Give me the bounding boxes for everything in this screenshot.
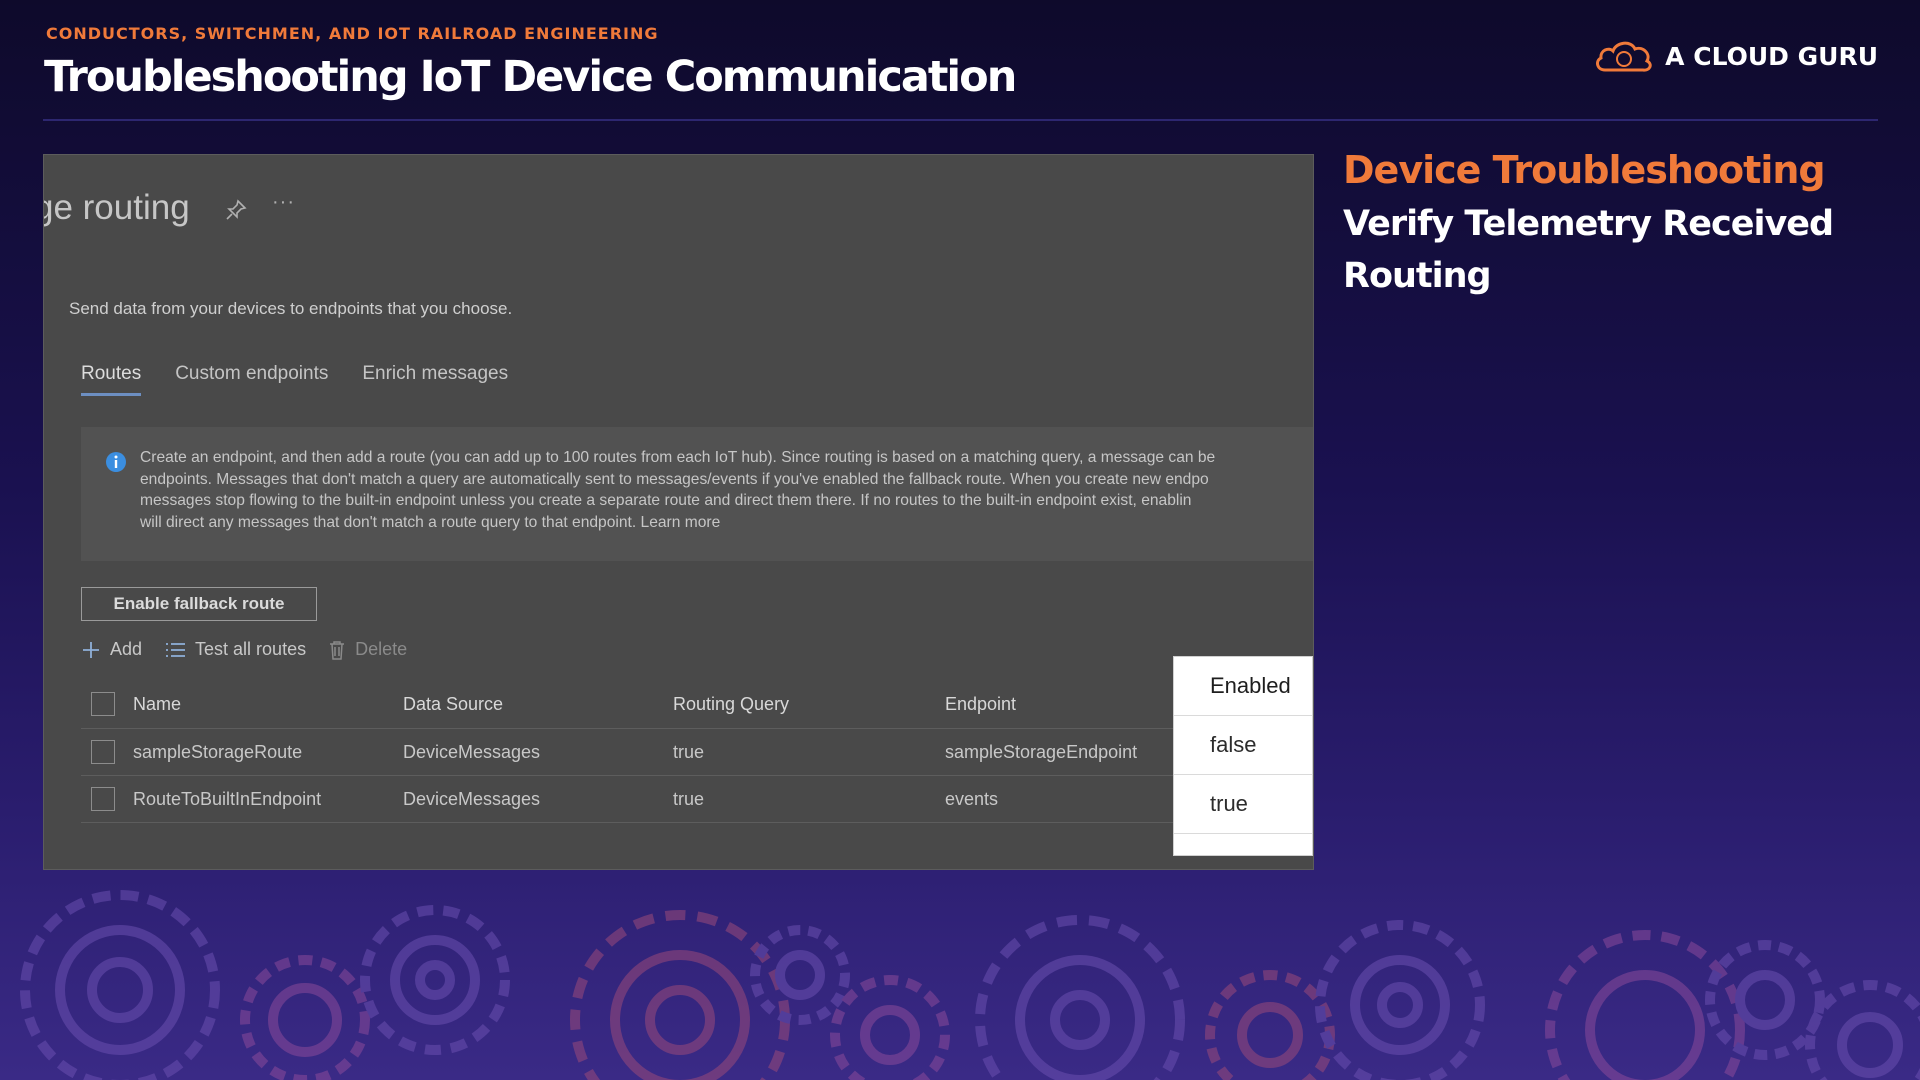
tab-custom-endpoints[interactable]: Custom endpoints (175, 363, 328, 396)
test-all-routes-button[interactable]: Test all routes (164, 639, 306, 660)
table-row[interactable]: RouteToBuiltInEndpoint DeviceMessages tr… (81, 776, 1313, 823)
command-bar: Add Test all routes Delete (81, 639, 407, 660)
routing-tabs: Routes Custom endpoints Enrich messages (81, 363, 508, 396)
cloud-logo-icon (1596, 41, 1652, 72)
tab-enrich-messages[interactable]: Enrich messages (362, 363, 508, 396)
delete-label: Delete (355, 639, 408, 659)
row-checkbox[interactable] (91, 740, 115, 764)
column-header-endpoint[interactable]: Endpoint (945, 694, 1195, 715)
enabled-column-callout: Enabled false true (1173, 656, 1313, 856)
topic-item: Verify Telemetry Received (1343, 204, 1834, 244)
page-description: Send data from your devices to endpoints… (69, 299, 513, 318)
pin-icon[interactable] (225, 199, 247, 221)
header-divider (43, 119, 1878, 121)
column-header-data-source[interactable]: Data Source (403, 694, 673, 715)
topic-item: Routing (1343, 256, 1492, 296)
enabled-value: false (1174, 716, 1312, 775)
table-row[interactable]: sampleStorageRoute DeviceMessages true s… (81, 728, 1313, 776)
test-all-routes-label: Test all routes (195, 639, 307, 659)
add-button[interactable]: Add (81, 639, 142, 660)
gears-decoration (20, 890, 1920, 1080)
enabled-value: true (1174, 775, 1312, 834)
gear-icon (1705, 940, 1825, 1060)
column-header-name[interactable]: Name (133, 694, 403, 715)
course-subtitle: CONDUCTORS, SWITCHMEN, AND IOT RAILROAD … (46, 24, 659, 43)
info-text-line: endpoints. Messages that don't match a q… (140, 470, 1209, 488)
route-query: true (673, 741, 705, 762)
azure-portal-screenshot: ge routing ··· Send data from your devic… (43, 154, 1314, 870)
enable-fallback-route-button[interactable]: Enable fallback route (81, 587, 317, 621)
route-data-source: DeviceMessages (403, 788, 541, 809)
topic-heading: Device Troubleshooting (1343, 148, 1826, 192)
trash-icon (330, 640, 345, 660)
tab-routes[interactable]: Routes (81, 363, 142, 396)
gear-icon (20, 890, 220, 1080)
slide-title: Troubleshooting IoT Device Communication (44, 52, 1017, 102)
delete-button[interactable]: Delete (328, 639, 407, 660)
logo-text: A CLOUD GURU (1665, 41, 1878, 71)
brand-logo: A CLOUD GURU (1593, 36, 1878, 76)
info-text-line: messages stop flowing to the built-in en… (140, 492, 1192, 510)
gear-icon (750, 925, 850, 1025)
route-query: true (673, 788, 705, 809)
gear-icon (360, 905, 510, 1055)
gear-icon (570, 910, 790, 1080)
info-text-line[interactable]: will direct any messages that don't matc… (140, 512, 1313, 534)
topic-outline: Device Troubleshooting Verify Telemetry … (1343, 148, 1834, 296)
select-all-checkbox[interactable] (91, 692, 115, 716)
routes-table: Name Data Source Routing Query Endpoint … (81, 680, 1313, 823)
route-name[interactable]: sampleStorageRoute (133, 742, 403, 763)
table-header-row: Name Data Source Routing Query Endpoint (81, 680, 1313, 728)
info-icon (106, 452, 126, 472)
enabled-column-header: Enabled (1174, 657, 1312, 716)
route-data-source: DeviceMessages (403, 741, 541, 762)
gear-icon (1205, 970, 1335, 1080)
route-name[interactable]: RouteToBuiltInEndpoint (133, 789, 403, 810)
gear-icon (240, 955, 370, 1080)
row-checkbox[interactable] (91, 787, 115, 811)
route-endpoint: sampleStorageEndpoint (945, 741, 1138, 762)
gear-icon (830, 975, 950, 1080)
info-banner: Create an endpoint, and then add a route… (81, 427, 1313, 561)
plus-icon (83, 641, 99, 658)
info-text-line: Create an endpoint, and then add a route… (140, 449, 1216, 466)
route-endpoint: events (945, 788, 999, 809)
column-header-routing-query[interactable]: Routing Query (673, 694, 945, 715)
gear-icon (975, 915, 1185, 1080)
add-label: Add (110, 639, 143, 659)
list-icon (166, 642, 186, 657)
page-title: ge routing (43, 188, 190, 227)
gear-icon (1805, 980, 1920, 1080)
gear-icon (1545, 930, 1745, 1080)
gear-icon (1315, 920, 1485, 1080)
more-options-icon[interactable]: ··· (272, 191, 295, 214)
